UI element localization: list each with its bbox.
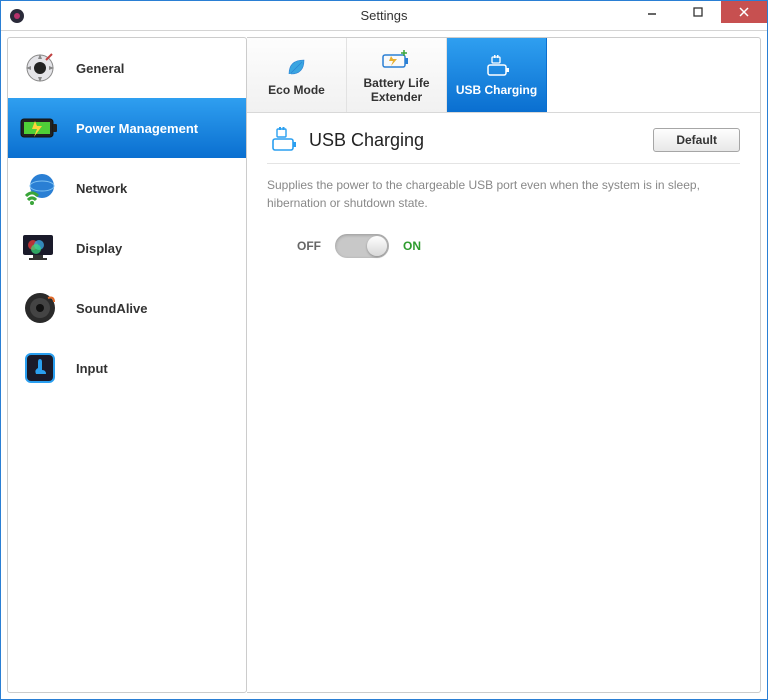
panel-title: USB Charging (309, 130, 643, 151)
sidebar-item-label: Network (76, 181, 127, 196)
display-icon (20, 228, 60, 268)
window-controls (629, 1, 767, 30)
settings-window: Settings (0, 0, 768, 700)
toggle-knob (367, 236, 387, 256)
usb-charging-icon (482, 53, 512, 81)
sidebar-item-power-management[interactable]: Power Management (8, 98, 246, 158)
sidebar-item-label: General (76, 61, 124, 76)
leaf-icon (284, 53, 310, 81)
app-icon (7, 6, 27, 26)
toggle-off-label: OFF (297, 239, 321, 253)
main-panel: Eco Mode Battery Life Extender (247, 37, 761, 693)
tab-battery-life-extender[interactable]: Battery Life Extender (347, 38, 447, 112)
globe-wifi-icon (20, 168, 60, 208)
sidebar-item-input[interactable]: Input (8, 338, 246, 398)
sidebar-item-label: SoundAlive (76, 301, 148, 316)
toggle-on-label: ON (403, 239, 421, 253)
toggle-row: OFF ON (267, 234, 740, 258)
tab-usb-charging[interactable]: USB Charging (447, 38, 547, 112)
maximize-button[interactable] (675, 1, 721, 23)
gear-icon (20, 48, 60, 88)
tab-label: Eco Mode (268, 84, 325, 98)
content-header: USB Charging Default (267, 127, 740, 164)
tab-label: USB Charging (456, 84, 537, 98)
battery-extend-icon (381, 46, 413, 74)
usb-charging-toggle[interactable] (335, 234, 389, 258)
usb-charging-icon (267, 127, 299, 153)
tabs: Eco Mode Battery Life Extender (247, 38, 760, 113)
sidebar-item-display[interactable]: Display (8, 218, 246, 278)
sidebar-item-general[interactable]: General (8, 38, 246, 98)
sidebar-item-label: Power Management (76, 121, 198, 136)
sidebar-item-label: Input (76, 361, 108, 376)
content-area: USB Charging Default Supplies the power … (247, 113, 760, 272)
panel-description: Supplies the power to the chargeable USB… (267, 176, 740, 212)
sidebar-item-soundalive[interactable]: SoundAlive (8, 278, 246, 338)
tab-eco-mode[interactable]: Eco Mode (247, 38, 347, 112)
battery-icon (20, 108, 60, 148)
sidebar-item-label: Display (76, 241, 122, 256)
default-button[interactable]: Default (653, 128, 740, 152)
speaker-icon (20, 288, 60, 328)
titlebar: Settings (1, 1, 767, 31)
sidebar: General Power Management (7, 37, 247, 693)
touch-icon (20, 348, 60, 388)
window-body: General Power Management (1, 31, 767, 699)
close-button[interactable] (721, 1, 767, 23)
sidebar-item-network[interactable]: Network (8, 158, 246, 218)
tab-label: Battery Life Extender (347, 77, 446, 105)
minimize-button[interactable] (629, 1, 675, 23)
